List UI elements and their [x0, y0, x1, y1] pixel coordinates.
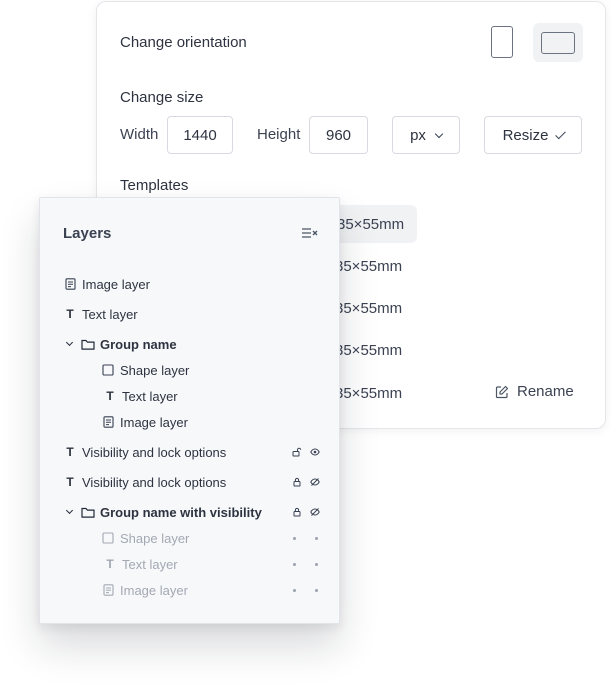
rename-label: Rename	[517, 383, 574, 400]
template-item[interactable]: 35×55mm	[335, 331, 402, 369]
height-label: Height	[257, 126, 301, 143]
folder-icon	[80, 505, 95, 519]
layer-label: Text layer	[122, 556, 178, 572]
unlock-icon[interactable]	[292, 447, 302, 457]
layer-label: Image layer	[120, 582, 188, 598]
row-placeholder-dots	[290, 588, 321, 592]
layer-label: Text layer	[122, 388, 178, 404]
layer-label: Shape layer	[120, 530, 190, 546]
eye-off-icon[interactable]	[310, 477, 320, 487]
landscape-orientation-button[interactable]	[533, 23, 583, 62]
layer-row-text[interactable]: T Visibility and lock options	[40, 439, 339, 465]
resize-button[interactable]: Resize	[484, 116, 582, 154]
layer-label: Group name	[100, 336, 177, 352]
chevron-down-icon[interactable]	[64, 338, 74, 349]
landscape-page-icon	[541, 32, 575, 54]
lock-icon[interactable]	[292, 477, 302, 487]
row-placeholder-dots	[290, 536, 321, 540]
layers-heading: Layers	[63, 225, 112, 242]
layers-panel: Layers Image layer T Text layer Group na…	[39, 197, 340, 624]
eye-off-icon[interactable]	[310, 507, 320, 517]
text-layer-icon: T	[106, 389, 114, 403]
layer-row-group[interactable]: Group name with visibility	[40, 499, 339, 525]
row-placeholder-dots	[290, 562, 321, 566]
text-layer-icon: T	[66, 445, 74, 459]
image-layer-icon	[101, 415, 115, 429]
layer-label: Shape layer	[120, 362, 190, 378]
change-orientation-heading: Change orientation	[120, 34, 247, 51]
portrait-orientation-button[interactable]	[491, 26, 513, 58]
rename-button[interactable]: Rename	[495, 383, 574, 400]
template-item[interactable]: 35×55mm	[335, 205, 417, 243]
unit-value: px	[410, 126, 426, 144]
template-item[interactable]: 35×55mm	[335, 289, 402, 327]
eye-icon[interactable]	[310, 447, 320, 457]
width-label: Width	[120, 126, 159, 143]
template-item-label: 35×55mm	[335, 341, 403, 359]
image-layer-icon	[101, 583, 115, 597]
shape-layer-icon	[101, 363, 115, 377]
template-item-label: 35×55mm	[335, 384, 403, 402]
text-layer-icon: T	[66, 307, 74, 321]
chevron-down-icon	[434, 129, 444, 138]
image-layer-icon	[63, 277, 77, 291]
unit-select[interactable]: px	[392, 116, 460, 154]
template-item-label: 35×55mm	[335, 257, 403, 275]
check-icon	[555, 128, 567, 139]
layer-row-group[interactable]: Group name	[40, 331, 339, 357]
resize-label: Resize	[502, 126, 549, 144]
shape-layer-icon	[101, 531, 115, 545]
change-size-heading: Change size	[120, 89, 204, 106]
layer-label: Text layer	[82, 306, 138, 322]
layer-row-image[interactable]: Image layer	[40, 271, 339, 297]
template-item-label: 35×55mm	[337, 215, 405, 233]
layer-row-image[interactable]: Image layer	[40, 409, 339, 435]
layer-row-shape[interactable]: Shape layer	[40, 525, 339, 551]
layer-row-shape[interactable]: Shape layer	[40, 357, 339, 383]
text-layer-icon: T	[66, 475, 74, 489]
layer-label: Visibility and lock options	[82, 444, 227, 460]
pencil-icon	[495, 385, 509, 398]
layer-label: Image layer	[82, 276, 150, 292]
layer-row-text[interactable]: T Text layer	[40, 551, 339, 577]
layer-row-text[interactable]: T Text layer	[40, 301, 339, 327]
layer-label: Image layer	[120, 414, 188, 430]
layer-row-text[interactable]: T Visibility and lock options	[40, 469, 339, 495]
collapse-list-icon[interactable]	[301, 226, 318, 240]
template-item-label: 35×55mm	[335, 299, 403, 317]
layer-label: Group name with visibility	[100, 504, 262, 520]
folder-icon	[80, 337, 95, 351]
templates-heading: Templates	[120, 177, 189, 194]
layer-row-text[interactable]: T Text layer	[40, 383, 339, 409]
width-input[interactable]	[168, 126, 232, 144]
chevron-down-icon[interactable]	[64, 506, 74, 517]
layer-row-image[interactable]: Image layer	[40, 577, 339, 603]
height-field[interactable]	[309, 116, 368, 154]
template-item[interactable]: 35×55mm	[335, 247, 402, 285]
width-field[interactable]	[167, 116, 233, 154]
layer-label: Visibility and lock options	[82, 474, 227, 490]
template-item[interactable]: 35×55mm	[335, 374, 402, 412]
height-input[interactable]	[310, 126, 367, 144]
lock-icon[interactable]	[292, 507, 302, 517]
text-layer-icon: T	[106, 557, 114, 571]
